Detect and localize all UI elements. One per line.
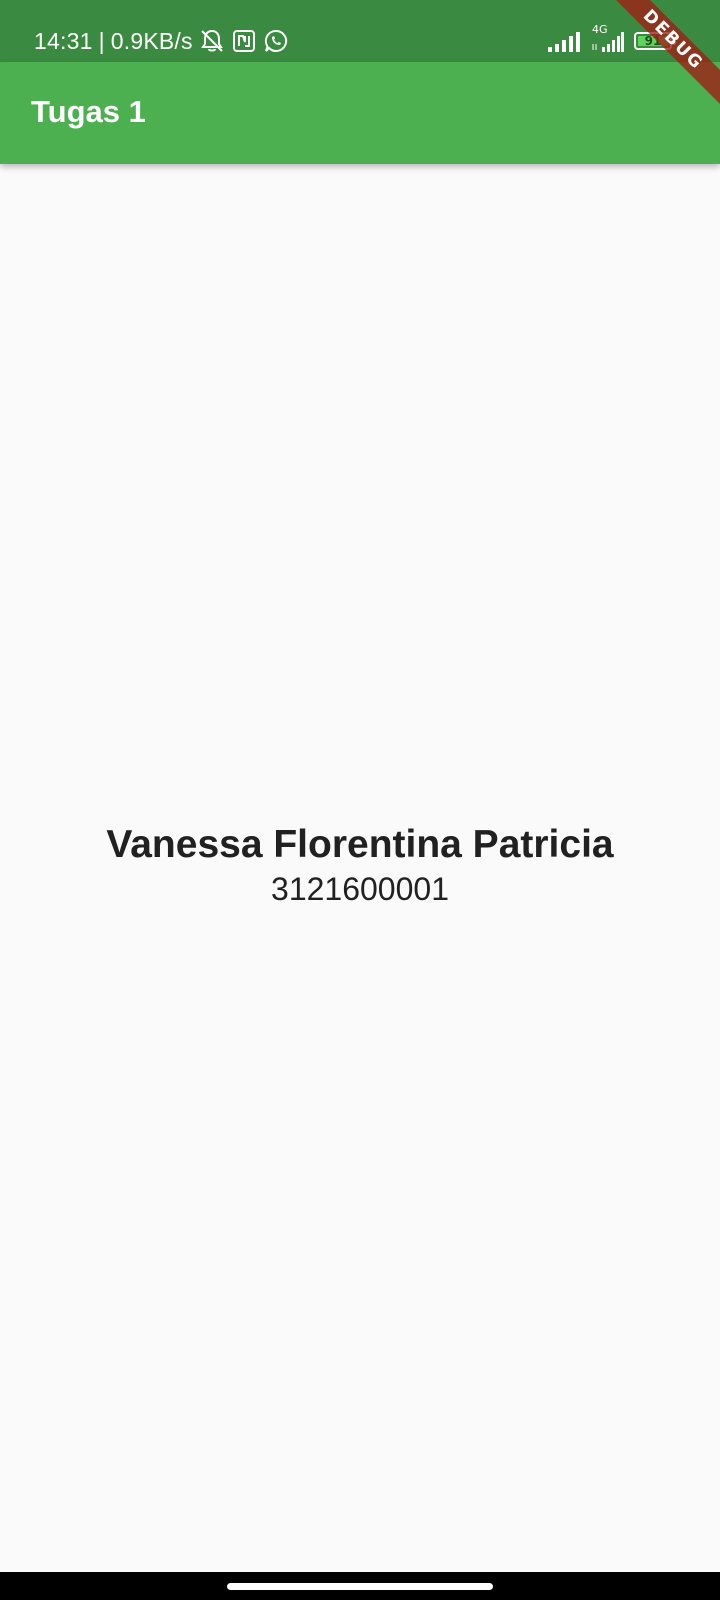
student-name: Vanessa Florentina Patricia (106, 823, 614, 866)
student-id: 3121600001 (271, 871, 449, 907)
status-separator: | (98, 28, 105, 54)
navigation-bar (0, 1572, 720, 1600)
app-bar: Tugas 1 (0, 62, 720, 164)
home-indicator[interactable] (227, 1583, 493, 1590)
battery-tip (673, 38, 676, 45)
whatsapp-icon (263, 28, 289, 54)
nfc-icon (231, 28, 257, 54)
status-bar: 14:31 | 0.9KB/s 4G 91 (0, 0, 720, 62)
battery-icon: 91 (634, 32, 672, 50)
main-content: Vanessa Florentina Patricia 3121600001 (0, 164, 720, 1572)
battery-level: 91 (644, 34, 662, 48)
page-title: Tugas 1 (31, 94, 146, 129)
signal-icon (548, 32, 580, 52)
signal-4g-icon: 4G (590, 24, 624, 52)
app-screen: 14:31 | 0.9KB/s 4G 91 DEBUG Tugas 1 Vane… (0, 0, 720, 1600)
network-speed: 0.9KB/s (110, 28, 193, 54)
status-left: 14:31 | 0.9KB/s (34, 27, 289, 55)
status-right: 4G 91 (548, 24, 676, 52)
bell-off-icon (199, 28, 225, 54)
status-time: 14:31 (34, 28, 93, 54)
profile-info: Vanessa Florentina Patricia 3121600001 (0, 821, 720, 909)
